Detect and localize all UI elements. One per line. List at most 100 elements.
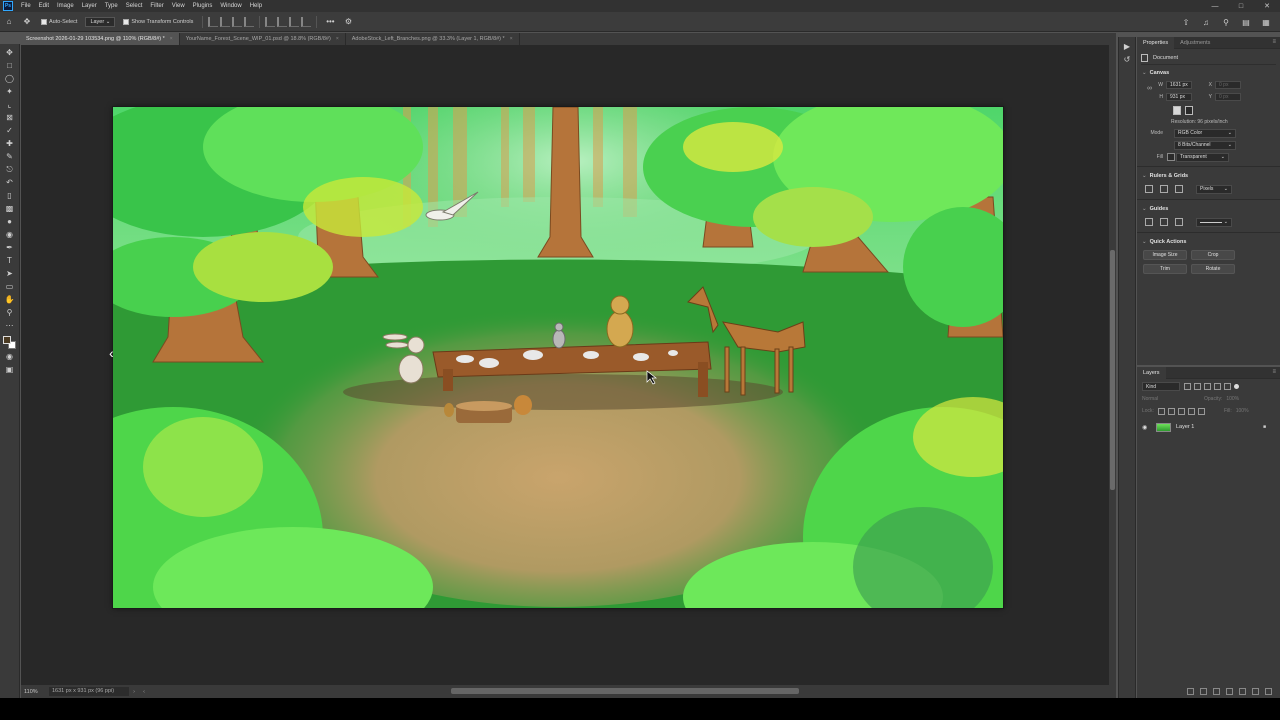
trash-icon[interactable] [1265, 687, 1272, 695]
horizontal-scroll-thumb[interactable] [451, 688, 799, 694]
fx-icon[interactable] [1200, 687, 1207, 695]
fill-swatch[interactable] [1167, 153, 1175, 161]
add-mask-icon[interactable] [1213, 687, 1220, 695]
layer-row[interactable]: ◉ Layer 1 ■ [1137, 420, 1280, 434]
filter-toggle-icon[interactable] [1234, 383, 1239, 389]
landscape-orientation-button[interactable] [1185, 105, 1193, 115]
grid-icon[interactable] [1160, 185, 1168, 193]
distribute-vertical-icon[interactable] [301, 16, 312, 27]
menu-select[interactable]: Select [122, 0, 147, 12]
play-actions-icon[interactable]: ▶ [1120, 40, 1134, 53]
pixel-filter-icon[interactable] [1184, 382, 1191, 390]
lock-all-icon[interactable] [1197, 407, 1205, 415]
lock-position-icon[interactable] [1177, 407, 1185, 415]
close-icon[interactable]: ✕ [1254, 0, 1280, 12]
minimize-icon[interactable]: — [1202, 0, 1228, 12]
frame-tool-icon[interactable]: ⊠ [3, 111, 17, 124]
shape-filter-icon[interactable] [1214, 382, 1221, 390]
lock-transparent-icon[interactable] [1157, 407, 1165, 415]
collapse-arrow-icon[interactable]: ‹ [109, 345, 114, 361]
tab-forest-scene[interactable]: YourName_Forest_Scene_WIP_01.psd @ 18.8%… [180, 33, 346, 45]
guides-from-shape-icon[interactable] [1175, 218, 1183, 226]
trim-button[interactable]: Trim [1143, 264, 1187, 274]
zoom-tool-icon[interactable]: ⚲ [3, 306, 17, 319]
menu-layer[interactable]: Layer [78, 0, 101, 12]
menu-image[interactable]: Image [53, 0, 78, 12]
lasso-tool-icon[interactable]: ◯ [3, 72, 17, 85]
history-brush-icon[interactable]: ↶ [3, 176, 17, 189]
menu-view[interactable]: View [168, 0, 189, 12]
move-tool-icon[interactable]: ✥ [3, 46, 17, 59]
blend-mode-dropdown[interactable]: Normal [1142, 396, 1192, 402]
move-tool-icon[interactable]: ✥ [20, 15, 34, 29]
object-select-tool-icon[interactable]: ✦ [3, 85, 17, 98]
menu-edit[interactable]: Edit [35, 0, 53, 12]
more-tools-icon[interactable]: ⋯ [3, 319, 17, 332]
quick-mask-icon[interactable]: ◉ [3, 350, 17, 363]
units-dropdown[interactable]: Pixels ⌄ [1196, 184, 1232, 194]
lock-image-icon[interactable] [1167, 407, 1175, 415]
opacity-value[interactable]: 100% [1226, 396, 1239, 402]
x-field[interactable]: 0 px [1215, 81, 1241, 89]
align-top-icon[interactable] [265, 16, 276, 27]
tab-left-branches[interactable]: AdobeStock_Left_Branches.png @ 33.3% (La… [346, 33, 520, 45]
color-swatches[interactable] [2, 336, 17, 350]
menu-file[interactable]: File [17, 0, 35, 12]
document-canvas[interactable] [113, 107, 1003, 608]
type-tool-icon[interactable]: T [3, 254, 17, 267]
kind-filter-dropdown[interactable]: Kind [1142, 381, 1180, 391]
tab-adjustments[interactable]: Adjustments [1174, 37, 1216, 49]
blur-tool-icon[interactable]: ● [3, 215, 17, 228]
guide-style-dropdown[interactable]: ⌄ [1196, 217, 1232, 227]
gradient-tool-icon[interactable]: ▩ [3, 202, 17, 215]
scroll-left-arrow[interactable]: ‹ [139, 689, 149, 695]
guides-section-header[interactable]: ⌄ Guides [1137, 203, 1280, 215]
height-field[interactable]: 931 px [1166, 93, 1192, 101]
smart-object-filter-icon[interactable] [1224, 382, 1231, 390]
menu-plugins[interactable]: Plugins [189, 0, 217, 12]
align-bottom-icon[interactable] [289, 16, 300, 27]
link-layers-icon[interactable] [1187, 687, 1194, 695]
status-menu-arrow[interactable]: › [129, 689, 139, 695]
menu-help[interactable]: Help [246, 0, 266, 12]
panel-menu-icon[interactable]: ≡ [1272, 39, 1276, 45]
crop-button[interactable]: Crop [1191, 250, 1235, 260]
width-field[interactable]: 1631 px [1166, 81, 1192, 89]
bit-depth-dropdown[interactable]: 8 Bits/Channel ⌄ [1174, 140, 1236, 150]
marquee-tool-icon[interactable]: □ [3, 59, 17, 72]
stamp-tool-icon[interactable]: ⎋ [3, 163, 17, 176]
pixel-grid-icon[interactable] [1175, 185, 1183, 193]
vertical-scrollbar[interactable] [1109, 45, 1116, 685]
gear-icon[interactable]: ⚙ [341, 15, 355, 29]
eyedropper-tool-icon[interactable]: ✓ [3, 124, 17, 137]
lock-artboard-icon[interactable] [1187, 407, 1195, 415]
auto-select-checkbox[interactable]: Auto-Select [41, 18, 77, 25]
panel-menu-icon[interactable]: ≡ [1272, 369, 1276, 375]
align-center-icon[interactable] [220, 16, 231, 27]
vertical-scroll-thumb[interactable] [1110, 250, 1115, 490]
screen-mode-icon[interactable]: ▣ [3, 363, 17, 376]
portrait-orientation-button[interactable] [1173, 105, 1181, 115]
adjustment-layer-icon[interactable] [1226, 687, 1233, 695]
pen-tool-icon[interactable]: ✒ [3, 241, 17, 254]
fill-value[interactable]: 100% [1236, 408, 1249, 414]
new-guide-icon[interactable] [1160, 218, 1168, 226]
image-size-button[interactable]: Image Size [1143, 250, 1187, 260]
close-icon[interactable]: × [336, 33, 339, 45]
eye-icon[interactable]: ◉ [1142, 424, 1150, 431]
ruler-icon[interactable] [1145, 185, 1153, 193]
menu-filter[interactable]: Filter [146, 0, 167, 12]
crop-tool-icon[interactable]: ⌞ [3, 98, 17, 111]
search-icon[interactable]: ⚲ [1218, 15, 1234, 29]
home-icon[interactable]: ⌂ [2, 15, 16, 29]
rulers-section-header[interactable]: ⌄ Rulers & Grids [1137, 170, 1280, 182]
guide-layout-icon[interactable] [1145, 218, 1153, 226]
close-icon[interactable]: × [170, 33, 173, 45]
path-select-tool-icon[interactable]: ➤ [3, 267, 17, 280]
close-icon[interactable]: × [510, 33, 513, 45]
type-filter-icon[interactable] [1204, 382, 1211, 390]
bell-icon[interactable]: ♫ [1198, 15, 1214, 29]
new-layer-icon[interactable] [1252, 687, 1259, 695]
tab-screenshot[interactable]: Screenshot 2026-01-29 103534.png @ 110% … [20, 33, 180, 45]
canvas-workspace[interactable]: ‹ [21, 45, 1109, 685]
